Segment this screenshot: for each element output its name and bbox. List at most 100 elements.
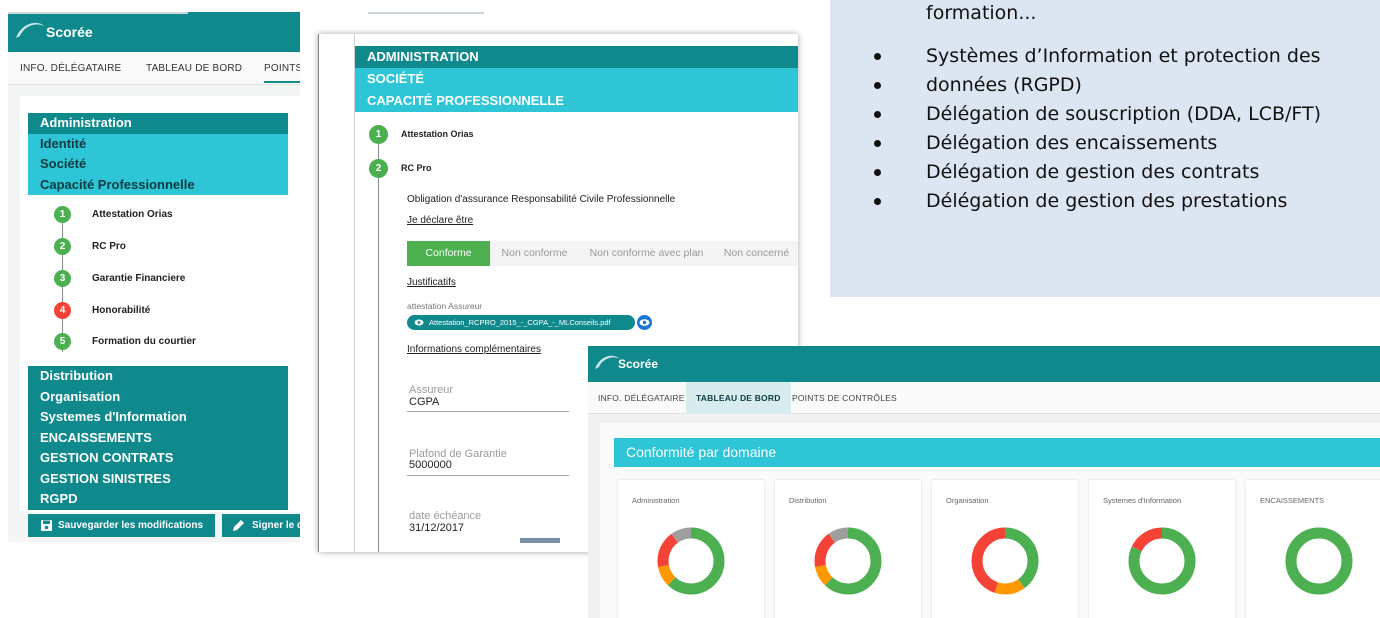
nav-encaissements[interactable]: ENCAISSEMENTS: [28, 427, 288, 448]
attestation-label: attestation Assureur: [407, 301, 483, 311]
tab-info-delegataire[interactable]: INFO. DÉLÉGATAIRE: [20, 63, 121, 74]
tab-points[interactable]: POINTS: [264, 63, 300, 83]
segment-conforme[interactable]: Conforme: [407, 241, 490, 266]
info-bullet: Délégation de gestion des contrats: [870, 158, 1321, 187]
bar-capacite-professionnelle[interactable]: CAPACITÉ PROFESSIONNELLE: [355, 90, 798, 112]
step-number: 1: [369, 125, 388, 144]
field-underline: [407, 475, 569, 476]
donut-chart: [814, 527, 882, 595]
info-first-line: formation...: [926, 2, 1037, 24]
conformite-banner: Conformité par domaine: [614, 438, 1380, 467]
app-header: Scorée: [588, 346, 1380, 382]
card-title: Administration: [632, 496, 680, 505]
step-number: 2: [369, 159, 388, 178]
field-value-plafond[interactable]: 5000000: [409, 459, 452, 471]
declare-heading: Je déclare être: [407, 215, 474, 226]
card-title: ENCAISSEMENTS: [1260, 496, 1325, 505]
nav-capacite-professionnelle[interactable]: Capacité Professionnelle: [28, 174, 288, 195]
left-margin: [319, 34, 355, 552]
step-number: 2: [54, 238, 71, 255]
tab-bar: INFO. DÉLÉGATAIRE TABLEAU DE BORD POINTS: [8, 52, 300, 85]
step-label: RC Pro: [92, 241, 126, 252]
card-title: Systemes d'Information: [1103, 496, 1182, 505]
nav-societe[interactable]: Société: [28, 154, 288, 175]
save-button[interactable]: Sauvegarder les modifications: [28, 514, 215, 537]
card-title: Distribution: [789, 496, 827, 505]
nav-administration[interactable]: Administration: [28, 113, 288, 134]
domain-card-administration[interactable]: Administration: [618, 480, 764, 618]
donut-chart: [971, 527, 1039, 595]
step-number: 1: [54, 206, 71, 223]
domain-card-systemes-information[interactable]: Systemes d'Information: [1089, 480, 1235, 618]
info-box: formation... Systèmes d’Information et p…: [830, 0, 1380, 297]
donut-chart: [1128, 527, 1196, 595]
bar-societe[interactable]: SOCIÉTÉ: [355, 68, 798, 90]
step-label: Honorabilité: [92, 305, 151, 316]
sign-button-label: Signer le d: [252, 520, 300, 531]
field-value-assureur[interactable]: CGPA: [409, 396, 439, 408]
step-label: Formation du courtier: [92, 336, 196, 347]
app-brand: Scorée: [46, 24, 93, 40]
info-bullet: Délégation des encaissements: [870, 129, 1321, 158]
field-label-date-echeance: date échéance: [409, 510, 482, 522]
attachment-icon: [414, 319, 424, 326]
domain-card-organisation[interactable]: Organisation: [932, 480, 1078, 618]
top-strip: [8, 12, 188, 14]
nav-identite[interactable]: Identité: [28, 133, 288, 154]
floppy-disk-icon: [41, 520, 52, 531]
tab-tableau-de-bord[interactable]: TABLEAU DE BORD: [686, 382, 791, 414]
step-label: Attestation Orias: [92, 209, 173, 220]
sign-button[interactable]: Signer le d: [222, 514, 300, 537]
step-label: Attestation Orias: [401, 129, 474, 139]
field-underline: [407, 411, 569, 412]
app-brand: Scorée: [618, 357, 659, 371]
donut-segment: [1285, 527, 1353, 595]
window-edge: [368, 12, 484, 14]
donut-chart: [657, 527, 725, 595]
step-connector: [378, 144, 379, 552]
info-bullet: Systèmes d’Information et protection des: [870, 42, 1321, 71]
info-bullet: Délégation de souscription (DDA, LCB/FT): [870, 100, 1321, 129]
nav-systemes-information[interactable]: Systemes d'Information: [28, 407, 288, 428]
donut-chart: [1285, 527, 1353, 595]
tab-info-delegataire[interactable]: INFO. DÉLÉGATAIRE: [588, 382, 695, 414]
nav-gestion-sinistres[interactable]: GESTION SINISTRES: [28, 468, 288, 489]
step-number: 4: [54, 302, 71, 319]
screen-dashboard: Scorée INFO. DÉLÉGATAIRE TABLEAU DE BORD…: [588, 346, 1380, 618]
nav-gestion-contrats[interactable]: GESTION CONTRATS: [28, 448, 288, 469]
nav-distribution[interactable]: Distribution: [28, 366, 288, 387]
save-button-label: Sauvegarder les modifications: [58, 520, 204, 531]
screen-details-panel: Scorée INFO. DÉLÉGATAIRE TABLEAU DE BORD…: [8, 12, 300, 542]
tab-tableau-de-bord[interactable]: TABLEAU DE BORD: [146, 63, 242, 74]
step-number: 3: [54, 270, 71, 287]
tab-bar: INFO. DÉLÉGATAIRE TABLEAU DE BORD POINTS…: [588, 382, 1380, 414]
obligation-text: Obligation d'assurance Responsabilité Ci…: [407, 194, 676, 205]
pencil-icon: [233, 520, 244, 531]
segment-non-conforme-avec-plan[interactable]: Non conforme avec plan: [579, 241, 714, 266]
segment-non-concerne[interactable]: Non concerné: [714, 241, 798, 266]
step-number: 5: [54, 333, 71, 350]
taskbar-fragment: [520, 536, 566, 544]
scoree-logo-icon: [16, 22, 44, 38]
step-label: RC Pro: [401, 163, 432, 173]
field-label-assureur: Assureur: [409, 384, 454, 396]
file-chip[interactable]: Attestation_RCPRO_2015_-_CGPA_-_MLConsei…: [407, 315, 635, 330]
domain-card-encaissements[interactable]: ENCAISSEMENTS: [1246, 480, 1380, 618]
info-bullet: Délégation de gestion des prestations: [870, 187, 1321, 216]
app-header: Scorée: [8, 12, 300, 52]
info-bullet-list: Systèmes d’Information et protection des…: [870, 42, 1321, 216]
file-name: Attestation_RCPRO_2015_-_CGPA_-_MLConsei…: [429, 318, 611, 327]
bar-administration[interactable]: ADMINISTRATION: [355, 46, 798, 68]
field-value-date-echeance[interactable]: 31/12/2017: [409, 522, 464, 534]
view-file-icon[interactable]: [637, 315, 652, 330]
tab-points-de-controles[interactable]: POINTS DE CONTRÔLES: [782, 382, 907, 414]
nav-rgpd[interactable]: RGPD: [28, 489, 288, 510]
nav-organisation[interactable]: Organisation: [28, 386, 288, 407]
info-bullet-continuation: données (RGPD): [870, 71, 1321, 100]
step-label: Garantie Financiere: [92, 273, 186, 284]
segment-non-conforme[interactable]: Non conforme: [490, 241, 579, 266]
informations-heading: Informations complémentaires: [407, 344, 541, 355]
domain-card-distribution[interactable]: Distribution: [775, 480, 921, 618]
card-title: Organisation: [946, 496, 989, 505]
justificatifs-heading: Justificatifs: [407, 277, 456, 288]
